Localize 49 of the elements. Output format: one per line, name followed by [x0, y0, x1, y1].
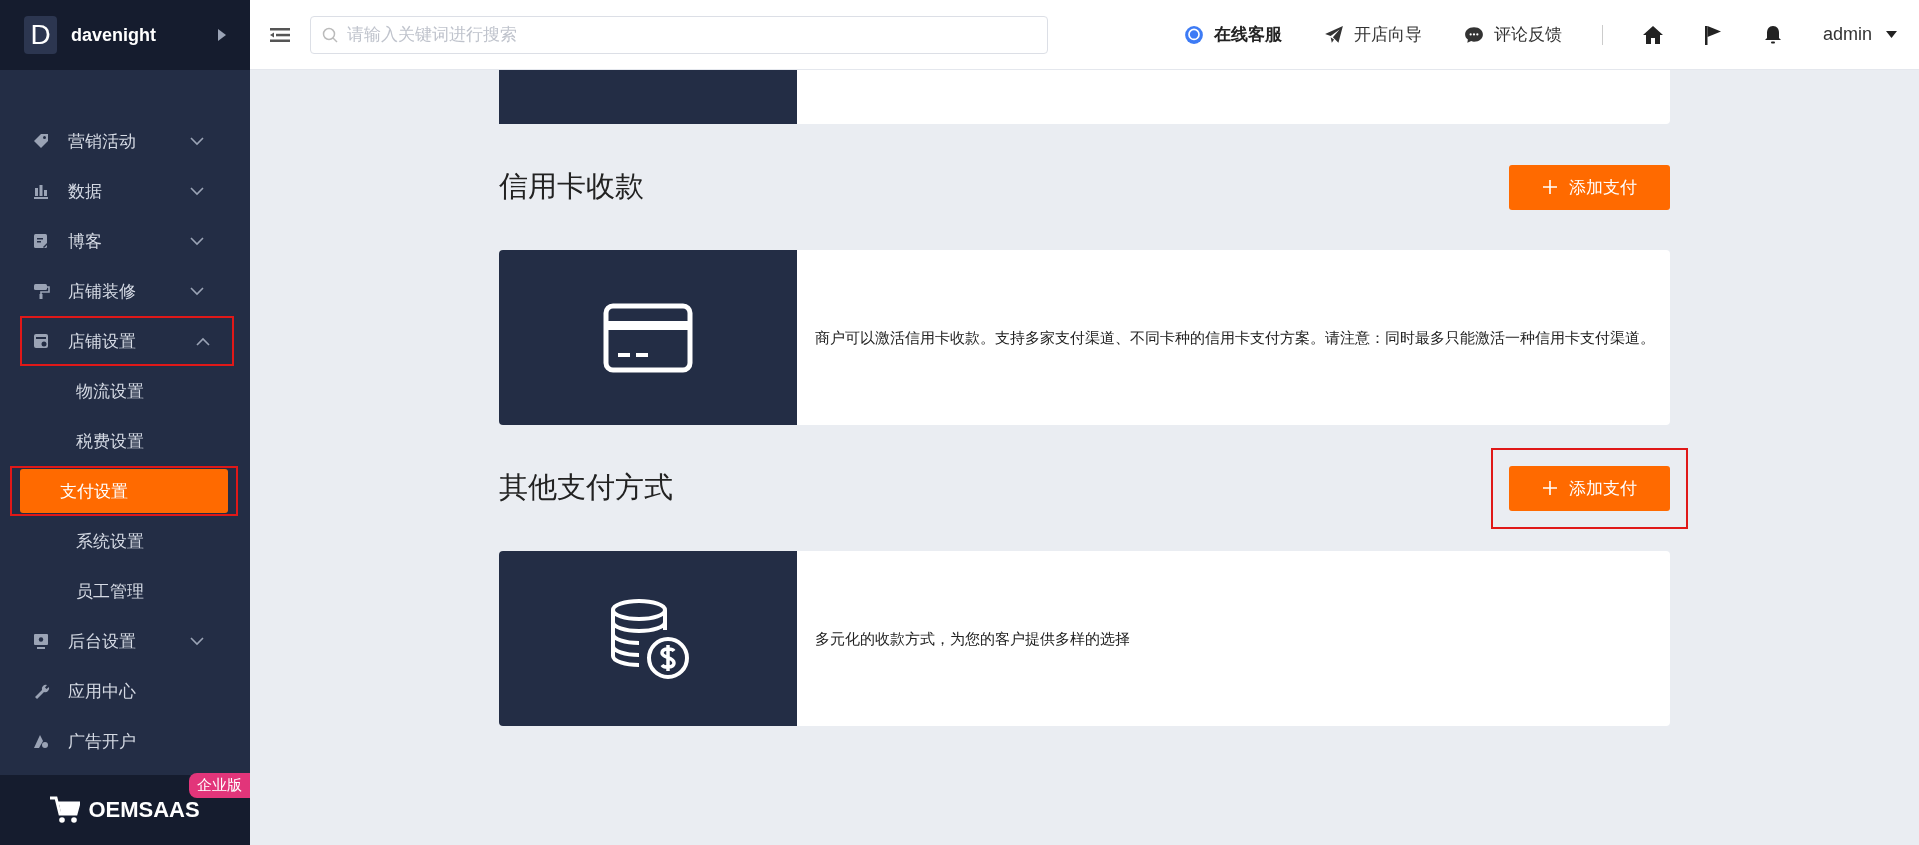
credit-card-icon — [603, 302, 693, 373]
section-title: 其他支付方式 — [499, 470, 673, 505]
section-title: 信用卡收款 — [499, 169, 644, 204]
tag-icon — [32, 132, 50, 150]
search-icon — [322, 26, 338, 43]
paper-plane-icon — [1323, 24, 1344, 45]
store-name[interactable]: davenight — [71, 24, 204, 46]
card-description: 多元化的收款方式，为您的客户提供多样的选择 — [815, 628, 1131, 649]
sidebar-subitem[interactable]: 员工管理 — [20, 569, 228, 613]
sidebar-item[interactable]: 营销活动 — [0, 116, 228, 166]
sidebar-item[interactable]: 数据 — [0, 166, 228, 216]
monitor-icon — [32, 632, 50, 650]
sidebar-item[interactable]: 后台设置 — [0, 616, 228, 666]
chevron-down-icon — [190, 236, 204, 246]
chart-icon — [32, 182, 50, 200]
plus-icon — [1542, 481, 1557, 495]
chevron-down-icon — [190, 186, 204, 196]
note-icon — [32, 232, 50, 250]
sidebar-item[interactable]: 博客 — [0, 216, 228, 266]
chevron-down-icon — [190, 636, 204, 646]
brand-logo: D — [24, 16, 57, 54]
card-description: 商户可以激活信用卡收款。支持多家支付渠道、不同卡种的信用卡支付方案。请注意：同时最多只能激活一种信用卡支付渠道。 — [815, 327, 1655, 348]
sidebar-subitem[interactable]: 物流设置 — [20, 369, 228, 413]
sidebar-subitem[interactable]: 系统设置 — [20, 519, 228, 563]
menu-icon[interactable] — [270, 26, 290, 43]
store-icon — [32, 332, 50, 350]
user-menu[interactable]: admin — [1822, 24, 1897, 45]
header-link[interactable]: 评论反馈 — [1463, 23, 1562, 46]
chevron-down-icon — [190, 286, 204, 296]
sidebar-item[interactable]: 应用中心 — [0, 666, 228, 716]
sidebar-subitem[interactable]: 税费设置 — [20, 419, 228, 463]
chevron-up-icon — [196, 336, 210, 346]
caret-right-icon[interactable] — [218, 29, 226, 41]
search-field[interactable]: 请输入关键词进行搜索 — [310, 15, 1048, 54]
chevron-down-icon — [190, 136, 204, 146]
chat-icon — [1183, 24, 1204, 45]
sidebar-item[interactable]: 店铺设置 — [20, 316, 234, 366]
header-link[interactable]: 开店向导 — [1323, 23, 1422, 46]
cart-icon — [50, 796, 81, 824]
sidebar-item[interactable]: 广告开户 — [0, 716, 228, 766]
edition-badge: 企业版 — [189, 773, 250, 798]
brand-wordmark: OEMSAAS — [88, 797, 200, 823]
roller-icon — [32, 282, 50, 300]
speech-bubble-icon — [1463, 24, 1484, 45]
caret-down-icon — [1886, 31, 1897, 38]
sidebar-item[interactable]: 店铺装修 — [0, 266, 228, 316]
plus-icon — [1542, 180, 1557, 194]
home-icon[interactable] — [1641, 23, 1664, 46]
header-link[interactable]: 在线客服 — [1183, 23, 1282, 46]
